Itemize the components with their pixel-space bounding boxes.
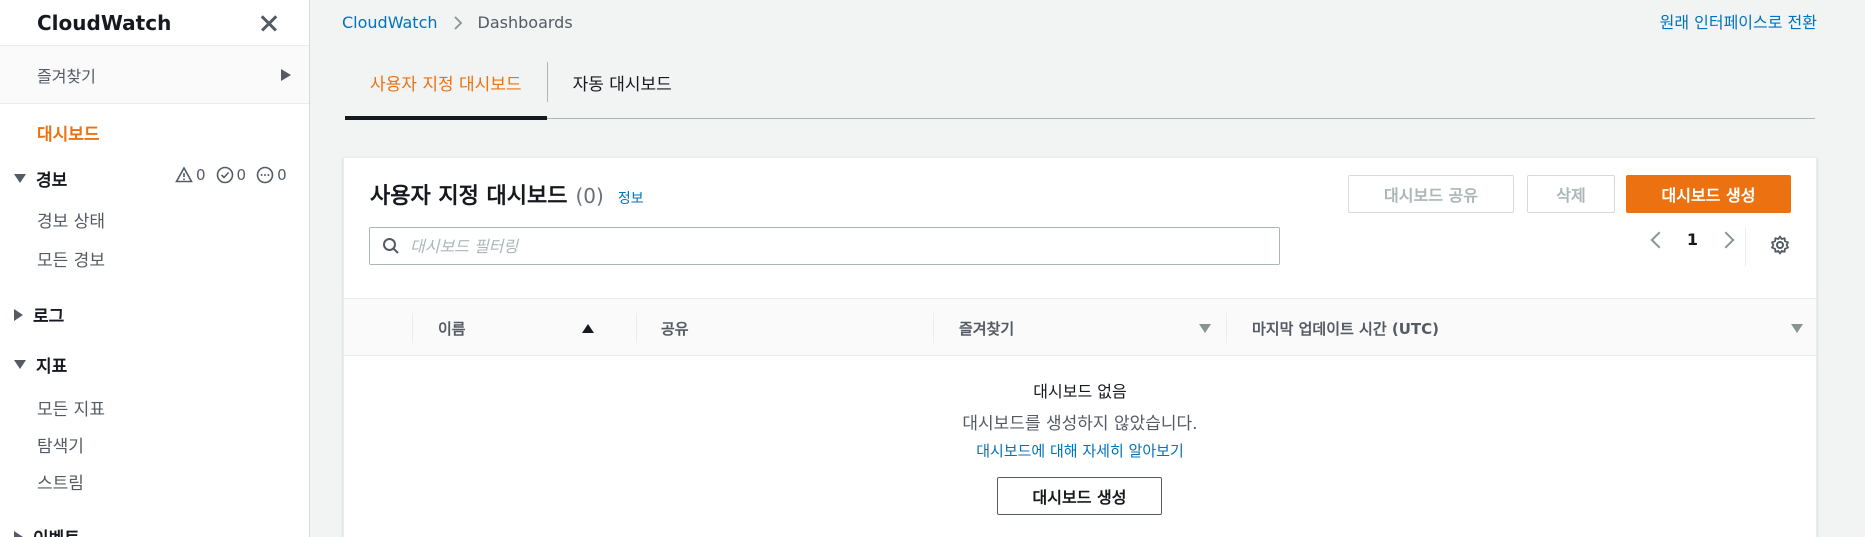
dashboard-filter-input[interactable] <box>410 236 1279 256</box>
alarm-count-insufficient[interactable]: 0 <box>256 166 287 184</box>
sidebar-item-dashboards[interactable]: 대시보드 <box>37 120 100 145</box>
close-icon[interactable] <box>257 11 281 35</box>
tab-custom-dashboards[interactable]: 사용자 지정 대시보드 <box>345 46 547 120</box>
column-header-shared[interactable]: 공유 <box>661 299 689 357</box>
column-header-last-updated[interactable]: 마지막 업데이트 시간 (UTC) <box>1252 299 1803 357</box>
dashboard-tabs: 사용자 지정 대시보드 자동 대시보드 <box>345 46 1815 120</box>
panel-title: 사용자 지정 대시보드 <box>370 184 568 209</box>
chevron-left-icon[interactable] <box>1650 231 1668 248</box>
empty-state-title: 대시보드 없음 <box>1033 382 1127 401</box>
sidebar-title: CloudWatch <box>37 10 172 35</box>
sidebar-section-events[interactable]: 이벤트 <box>14 524 80 537</box>
column-header-favorites-label: 즐겨찾기 <box>959 319 1015 338</box>
check-circle-icon <box>216 166 233 184</box>
caret-down-icon <box>14 174 26 183</box>
empty-create-dashboard-button[interactable]: 대시보드 생성 <box>997 477 1162 515</box>
ellipsis-circle-icon <box>256 166 274 184</box>
column-header-name-label: 이름 <box>438 319 466 338</box>
column-header-last-updated-label: 마지막 업데이트 시간 (UTC) <box>1252 319 1439 338</box>
learn-more-link[interactable]: 대시보드에 대해 자세히 알아보기 <box>344 440 1816 461</box>
column-divider <box>933 313 934 343</box>
sidebar-section-metrics-label: 지표 <box>36 357 68 377</box>
caret-right-icon <box>14 308 23 321</box>
column-divider <box>412 313 413 343</box>
share-dashboard-button[interactable]: 대시보드 공유 <box>1348 175 1514 213</box>
alarm-count-ok-value: 0 <box>236 166 247 184</box>
delete-button[interactable]: 삭제 <box>1527 175 1615 213</box>
switch-interface-link[interactable]: 원래 인터페이스로 전환 <box>1660 9 1817 33</box>
sidebar-item-all-metrics[interactable]: 모든 지표 <box>37 395 105 420</box>
gear-icon[interactable] <box>1770 235 1790 255</box>
breadcrumb-current: Dashboards <box>477 13 573 32</box>
sidebar-section-logs[interactable]: 로그 <box>14 302 64 327</box>
alarm-count-in-alarm-value: 0 <box>196 166 206 184</box>
dashboard-filter[interactable] <box>369 227 1280 265</box>
sidebar-item-all-alarms[interactable]: 모든 경보 <box>37 246 105 271</box>
chevron-right-icon[interactable] <box>1717 231 1735 248</box>
alarm-counts: 0 0 0 <box>175 166 287 184</box>
page-number[interactable]: 1 <box>1687 230 1698 249</box>
sidebar-section-events-label: 이벤트 <box>33 524 80 537</box>
column-header-favorites[interactable]: 즐겨찾기 <box>959 299 1211 357</box>
sidebar-item-streams[interactable]: 스트림 <box>37 469 84 494</box>
sort-icon <box>1791 323 1803 333</box>
column-divider <box>636 313 637 343</box>
create-dashboard-button[interactable]: 대시보드 생성 <box>1626 175 1791 213</box>
sidebar-section-metrics[interactable]: 지표 <box>14 352 67 377</box>
sidebar-section-logs-label: 로그 <box>33 307 65 327</box>
warning-icon <box>175 166 193 183</box>
pagination-divider <box>1745 228 1746 266</box>
sidebar-favorites-label: 즐겨찾기 <box>37 66 96 86</box>
caret-right-icon <box>281 68 291 81</box>
dashboards-panel: 사용자 지정 대시보드 (0) 정보 대시보드 공유 삭제 대시보드 생성 1 … <box>343 157 1817 537</box>
breadcrumb-cloudwatch[interactable]: CloudWatch <box>342 13 438 32</box>
chevron-right-icon <box>453 15 462 30</box>
sidebar-item-alarm-state[interactable]: 경보 상태 <box>37 207 105 232</box>
sidebar-header: CloudWatch <box>0 0 309 46</box>
caret-right-icon <box>14 530 23 537</box>
sidebar-section-alarms-label: 경보 <box>36 171 68 191</box>
alarm-count-in-alarm[interactable]: 0 <box>175 166 206 184</box>
caret-down-icon <box>14 360 26 369</box>
sort-icon <box>1199 323 1211 333</box>
tab-automatic-dashboards[interactable]: 자동 대시보드 <box>548 46 697 118</box>
panel-header: 사용자 지정 대시보드 (0) 정보 <box>370 178 644 210</box>
search-icon <box>383 238 399 254</box>
alarm-count-insufficient-value: 0 <box>277 166 287 184</box>
column-divider <box>1226 313 1227 343</box>
pagination: 1 <box>1650 230 1735 249</box>
panel-count: (0) <box>575 184 604 208</box>
alarm-count-ok[interactable]: 0 <box>216 166 247 184</box>
sidebar-section-alarms[interactable]: 경보 <box>14 166 67 191</box>
empty-state-description: 대시보드를 생성하지 않았습니다. <box>962 414 1198 434</box>
column-header-shared-label: 공유 <box>661 319 689 338</box>
table-header: 이름 공유 즐겨찾기 마지막 업데이트 시간 (UTC) <box>344 298 1816 356</box>
sidebar-favorites[interactable]: 즐겨찾기 <box>0 46 309 104</box>
sort-ascending-icon <box>582 323 594 333</box>
column-header-name[interactable]: 이름 <box>438 299 594 357</box>
sidebar-item-explorer[interactable]: 탐색기 <box>37 432 84 457</box>
info-link[interactable]: 정보 <box>618 188 644 208</box>
sidebar: CloudWatch 즐겨찾기 대시보드 경보 0 0 0 경보 상태 모든 경… <box>0 0 310 537</box>
breadcrumb: CloudWatch Dashboards <box>342 13 573 32</box>
